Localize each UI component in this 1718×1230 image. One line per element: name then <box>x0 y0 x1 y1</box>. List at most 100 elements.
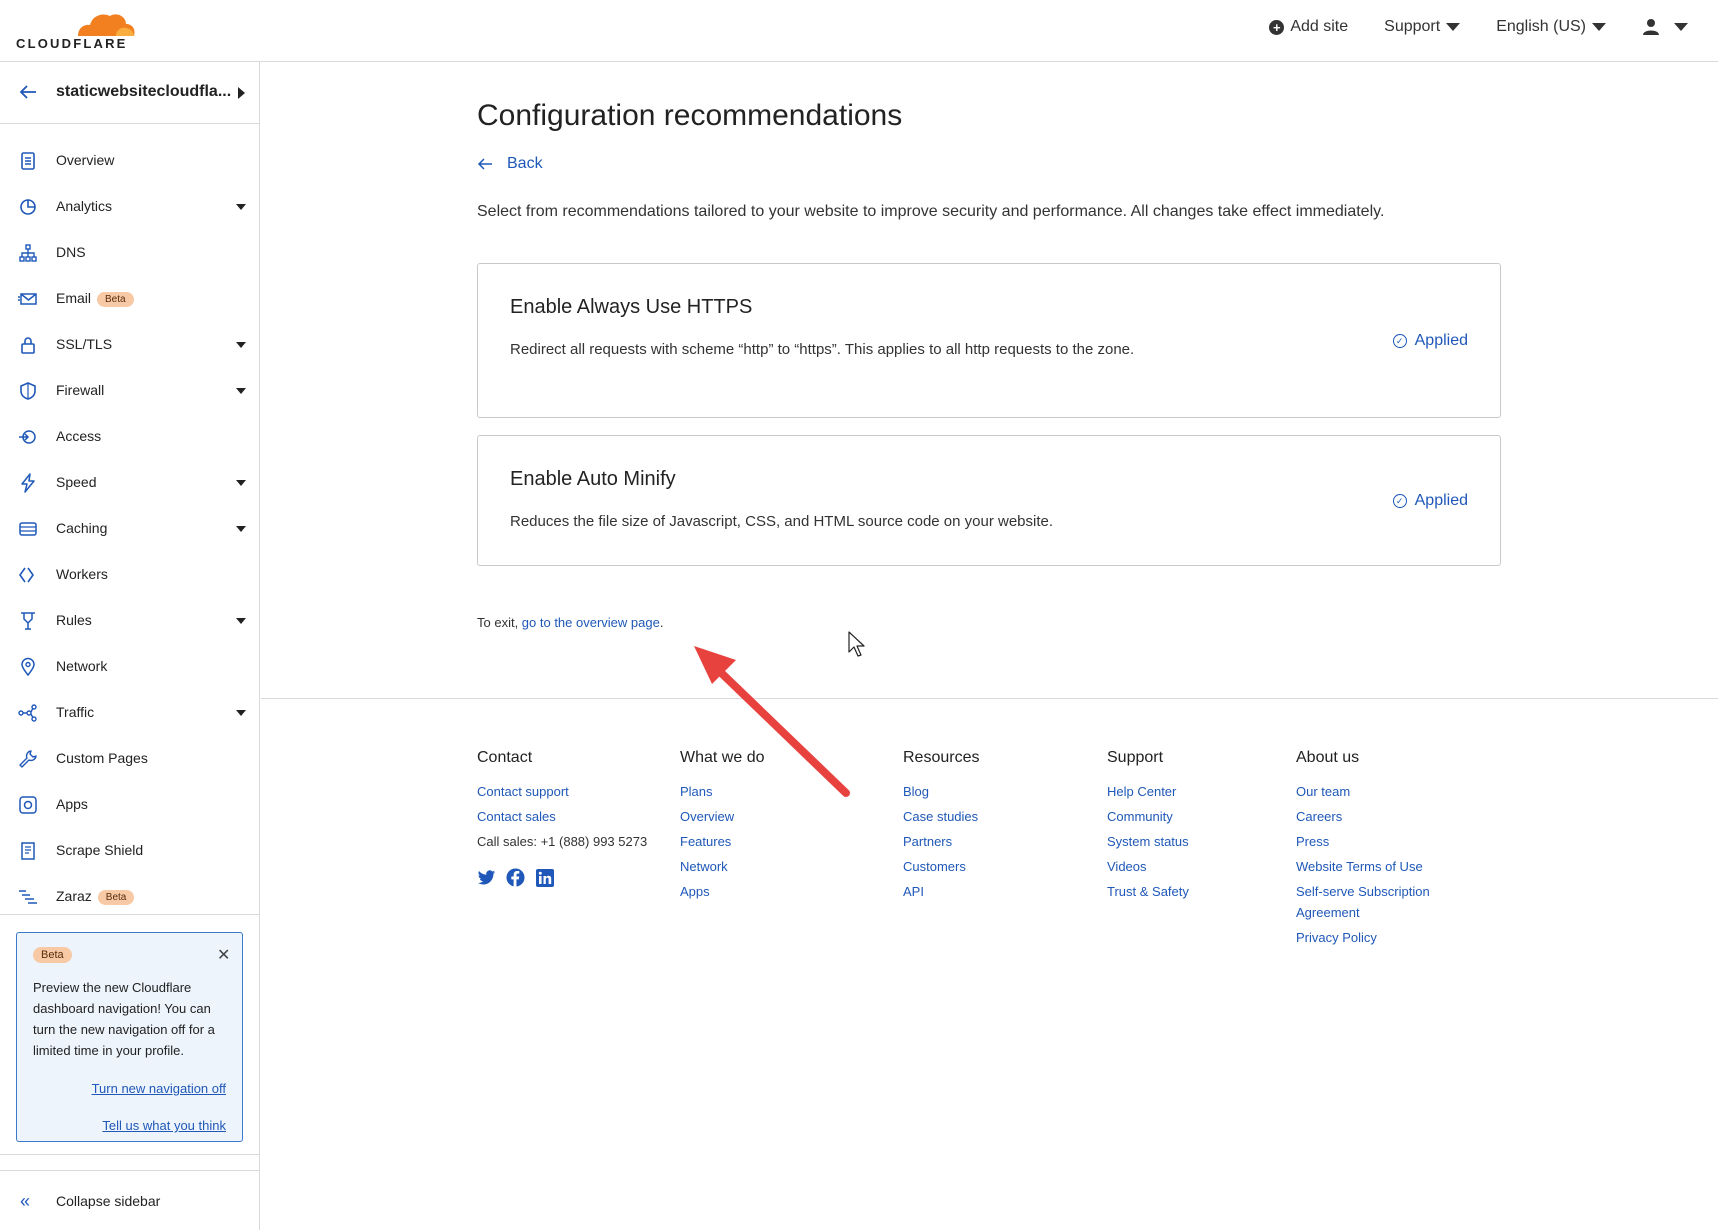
sidebar-item-ssl-tls[interactable]: SSL/TLS <box>0 322 259 368</box>
double-chevron-left-icon: « <box>20 1191 31 1211</box>
add-site-label: Add site <box>1290 18 1349 35</box>
sidebar-item-label: Rules <box>56 612 92 628</box>
footer-link[interactable]: Self-serve Subscription <box>1296 881 1430 902</box>
applied-status: ✓ Applied <box>1392 332 1468 350</box>
footer-link[interactable]: Privacy Policy <box>1296 925 1430 950</box>
sidebar-item-dns[interactable]: DNS <box>0 230 259 276</box>
turn-navigation-off-link[interactable]: Turn new navigation off <box>92 1081 226 1096</box>
footer-link[interactable]: Contact support <box>477 779 647 804</box>
footer-link[interactable]: Press <box>1296 829 1430 854</box>
footer-link[interactable]: System status <box>1107 829 1189 854</box>
footer-link[interactable]: Agreement <box>1296 902 1430 923</box>
footer-link[interactable]: Case studies <box>903 804 979 829</box>
sidebar-item-network[interactable]: Network <box>0 644 259 690</box>
cloud-logo-icon <box>78 14 135 36</box>
support-menu[interactable]: Support <box>1384 18 1461 36</box>
sidebar-item-apps[interactable]: Apps <box>0 782 259 828</box>
sidebar-nav: Overview Analytics DNS Email Beta SSL/TLS… <box>0 138 259 920</box>
chevron-down-icon <box>236 526 246 532</box>
page-description: Select from recommendations tailored to … <box>477 203 1385 220</box>
sidebar-item-scrape-shield[interactable]: Scrape Shield <box>0 828 259 874</box>
footer-link[interactable]: Overview <box>680 804 764 829</box>
twitter-icon[interactable] <box>477 868 496 887</box>
sidebar-item-workers[interactable]: Workers <box>0 552 259 598</box>
sidebar-item-label: Network <box>56 658 108 674</box>
facebook-icon[interactable] <box>506 868 525 887</box>
sidebar-item-rules[interactable]: Rules <box>0 598 259 644</box>
sidebar-item-label: Email Beta <box>56 290 134 307</box>
sidebar-item-label: Apps <box>56 796 88 812</box>
cloudflare-logo[interactable]: CLOUDFLARE <box>16 10 135 52</box>
footer-link[interactable]: Contact sales <box>477 804 647 829</box>
footer-link[interactable]: Careers <box>1296 804 1430 829</box>
feedback-link[interactable]: Tell us what you think <box>102 1118 226 1133</box>
sidebar: staticwebsitecloudfla... Overview Analyt… <box>0 62 260 1230</box>
arrow-left-icon <box>477 158 492 170</box>
beta-card-message: Preview the new Cloudflare dashboard nav… <box>33 980 215 1058</box>
footer-link[interactable]: Plans <box>680 779 764 804</box>
footer-link[interactable]: Network <box>680 854 764 879</box>
sidebar-item-access[interactable]: Access <box>0 414 259 460</box>
wrench-icon <box>19 750 37 768</box>
sidebar-item-speed[interactable]: Speed <box>0 460 259 506</box>
collapse-sidebar-label: Collapse sidebar <box>56 1193 161 1209</box>
sidebar-item-custom-pages[interactable]: Custom Pages <box>0 736 259 782</box>
footer: Contact Contact support Contact sales Ca… <box>261 698 1718 1230</box>
footer-link[interactable]: Website Terms of Use <box>1296 854 1430 879</box>
zone-selector[interactable]: staticwebsitecloudfla... <box>0 62 259 124</box>
footer-heading: What we do <box>680 749 765 766</box>
chevron-down-icon <box>236 388 246 394</box>
lock-icon <box>21 337 35 354</box>
network-tree-icon <box>19 244 37 262</box>
linkedin-icon[interactable] <box>535 868 554 887</box>
footer-heading: Resources <box>903 749 980 766</box>
footer-link[interactable]: Blog <box>903 779 979 804</box>
footer-resources: Resources Blog Case studies Partners Cus… <box>903 749 979 904</box>
recommendation-title: Enable Auto Minify <box>510 468 676 490</box>
footer-heading: Contact <box>477 749 533 766</box>
footer-link[interactable]: API <box>903 879 979 904</box>
footer-link[interactable]: Features <box>680 829 764 854</box>
language-menu[interactable]: English (US) <box>1496 18 1606 36</box>
sidebar-item-analytics[interactable]: Analytics <box>0 184 259 230</box>
footer-link[interactable]: Videos <box>1107 854 1189 879</box>
sidebar-divider <box>0 914 259 915</box>
user-menu[interactable] <box>1642 18 1688 36</box>
footer-link[interactable]: Help Center <box>1107 779 1189 804</box>
sidebar-item-label: Caching <box>56 520 108 536</box>
sidebar-item-firewall[interactable]: Firewall <box>0 368 259 414</box>
sidebar-item-label: Access <box>56 428 102 444</box>
document-icon <box>21 152 35 170</box>
check-circle-icon: ✓ <box>1392 334 1407 348</box>
applied-label: Applied <box>1414 332 1468 349</box>
back-label: Back <box>507 155 543 172</box>
chevron-down-icon <box>236 618 246 624</box>
footer-about: About us Our team Careers Press Website … <box>1296 749 1430 950</box>
page-title: Configuration recommendations <box>477 99 903 132</box>
back-link[interactable]: Back <box>477 155 543 173</box>
sidebar-item-caching[interactable]: Caching <box>0 506 259 552</box>
sidebar-item-label: Overview <box>56 152 115 168</box>
add-site-button[interactable]: + Add site <box>1269 18 1348 36</box>
footer-link[interactable]: Our team <box>1296 779 1430 804</box>
chevron-down-icon <box>1674 23 1688 31</box>
sidebar-item-label: Scrape Shield <box>56 842 144 858</box>
footer-link[interactable]: Apps <box>680 879 764 904</box>
pie-chart-icon <box>20 199 36 215</box>
sidebar-item-traffic[interactable]: Traffic <box>0 690 259 736</box>
user-icon <box>1643 19 1659 35</box>
footer-link[interactable]: Trust & Safety <box>1107 879 1189 904</box>
footer-link[interactable]: Partners <box>903 829 979 854</box>
recommendation-card: Enable Auto Minify Reduces the file size… <box>477 435 1501 566</box>
recommendation-title: Enable Always Use HTTPS <box>510 296 753 318</box>
call-sales-text: Call sales: +1 (888) 993 5273 <box>477 834 648 849</box>
footer-link[interactable]: Customers <box>903 854 979 879</box>
sidebar-item-overview[interactable]: Overview <box>0 138 259 184</box>
footer-link[interactable]: Community <box>1107 804 1189 829</box>
collapse-sidebar-button[interactable]: « Collapse sidebar <box>0 1170 259 1230</box>
sidebar-item-email[interactable]: Email Beta <box>0 276 259 322</box>
arrow-left-icon[interactable] <box>18 82 38 102</box>
close-icon[interactable]: ✕ <box>217 945 230 965</box>
overview-page-link[interactable]: go to the overview page <box>522 615 660 630</box>
sidebar-item-label: Custom Pages <box>56 750 148 766</box>
